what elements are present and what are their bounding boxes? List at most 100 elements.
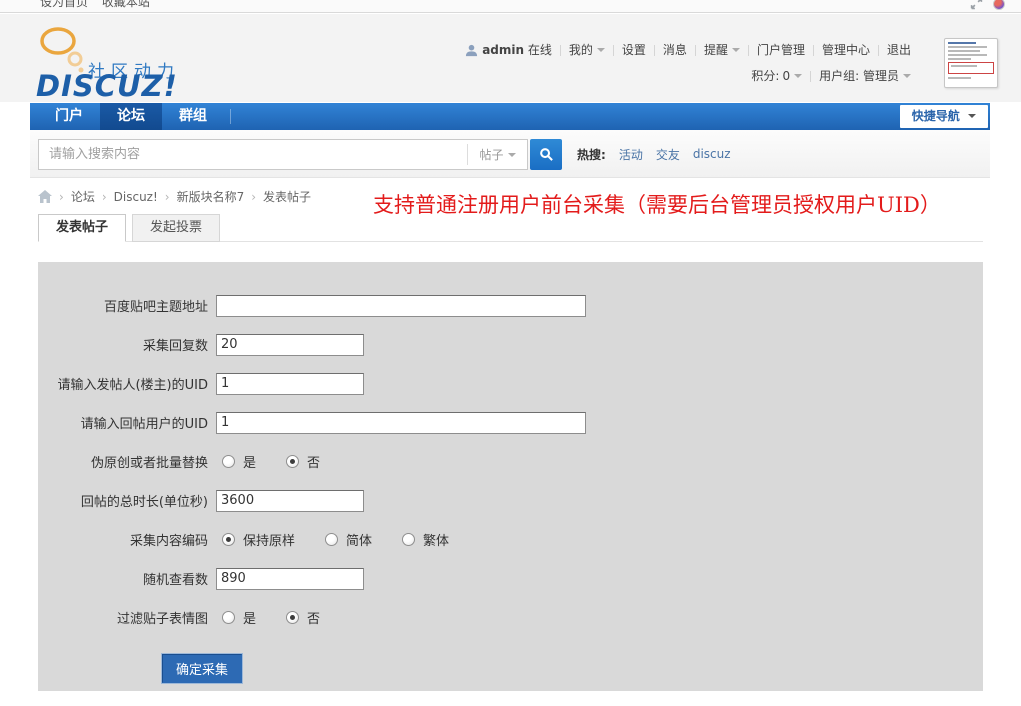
random-view-count-input[interactable] (216, 567, 364, 590)
field-label: 请输入发帖人(楼主)的UID (57, 378, 208, 393)
confirm-collect-button[interactable]: 确定采集 (160, 653, 244, 684)
topbar-links: 设为首页 收藏本站 (40, 0, 160, 10)
browser-extension-icon[interactable] (993, 0, 1005, 10)
radio-option-simplified[interactable]: 简体 (325, 530, 372, 549)
radio-option-no[interactable]: 否 (286, 608, 320, 627)
form-row: 伪原创或者批量替换 是 否 (38, 442, 983, 481)
poster-uid-input[interactable] (216, 372, 364, 395)
field-label: 百度贴吧主题地址 (103, 300, 208, 315)
radio-icon (222, 533, 235, 546)
field-label: 请输入回帖用户的UID (80, 417, 208, 432)
breadcrumb-forum[interactable]: 论坛 (71, 188, 95, 205)
radio-icon (286, 455, 300, 468)
breadcrumb-board[interactable]: 新版块名称7 (177, 188, 245, 205)
search-button[interactable] (530, 139, 562, 170)
radio-label: 简体 (346, 534, 373, 549)
chevron-down-icon (596, 48, 605, 52)
reply-count-input[interactable] (216, 333, 364, 356)
nav-item-forum[interactable]: 论坛 (100, 103, 162, 130)
user-icon (466, 44, 478, 56)
home-icon[interactable] (38, 190, 52, 203)
search-category-select[interactable]: 帖子 (467, 144, 527, 165)
radio-icon (222, 455, 235, 468)
filter-emoticon-radio-group: 是 否 (216, 608, 350, 627)
user-menu-row: admin 在线 我的 设置 消息 提醒 门户管理 管理中心 退出 (465, 41, 911, 59)
menu-my[interactable]: 我的 (569, 41, 593, 59)
preview-thumbnail (944, 38, 998, 88)
search-box: 帖子 (38, 139, 528, 170)
collect-form-panel: 百度贴吧主题地址 采集回复数 请输入发帖人(楼主)的UID 请输入回帖用户的UI… (38, 262, 983, 691)
radio-option-keep-original[interactable]: 保持原样 (222, 530, 295, 549)
radio-option-yes[interactable]: 是 (222, 608, 256, 627)
form-row: 百度贴吧主题地址 (38, 286, 983, 325)
credits-value[interactable]: 0 (782, 67, 790, 85)
logo-title: DISCUZ! (36, 69, 178, 103)
nav-item-portal[interactable]: 门户 (38, 103, 100, 130)
chevron-down-icon (794, 74, 803, 78)
radio-icon (325, 533, 339, 546)
reply-duration-input[interactable] (216, 489, 364, 512)
radio-label: 否 (307, 456, 321, 471)
radio-label: 是 (243, 612, 257, 627)
menu-reminders[interactable]: 提醒 (704, 41, 728, 59)
form-row: 采集内容编码 保持原样 简体 繁体 (38, 520, 983, 559)
content-encoding-radio-group: 保持原样 简体 繁体 (216, 530, 479, 549)
quick-nav-label: 快捷导航 (911, 109, 960, 123)
replier-uid-input[interactable] (216, 411, 586, 434)
hot-search-label: 热搜: (577, 147, 606, 162)
chevron-down-icon (968, 114, 976, 118)
hot-link-activity[interactable]: 活动 (619, 146, 643, 163)
topbar: 设为首页 收藏本站 (0, 0, 1021, 13)
search-input[interactable] (39, 141, 467, 168)
radio-option-yes[interactable]: 是 (222, 452, 256, 471)
chevron-down-icon (507, 152, 516, 157)
field-label: 过滤贴子表情图 (116, 612, 208, 627)
site-header: 社区动力 DISCUZ! admin 在线 我的 设置 消息 提醒 门户管理 管… (0, 14, 1021, 103)
field-label: 采集内容编码 (129, 534, 208, 549)
breadcrumb-separator: › (59, 189, 64, 204)
tab-new-poll[interactable]: 发起投票 (132, 214, 221, 242)
bookmark-site-link[interactable]: 收藏本站 (102, 0, 150, 9)
nav-item-groups[interactable]: 群组 (162, 103, 224, 130)
username-link[interactable]: admin (482, 41, 524, 59)
form-row: 随机查看数 (38, 559, 983, 598)
set-homepage-link[interactable]: 设为首页 (40, 0, 88, 9)
search-category-label: 帖子 (479, 148, 504, 162)
field-label: 回帖的总时长(单位秒) (80, 495, 208, 510)
breadcrumb-current: 发表帖子 (263, 190, 312, 204)
radio-option-traditional[interactable]: 繁体 (402, 530, 449, 549)
credits-label: 积分: (751, 69, 780, 83)
search-bar: 帖子 热搜: 活动 交友 discuz (30, 130, 990, 178)
radio-option-no[interactable]: 否 (286, 452, 320, 471)
divider (747, 44, 749, 56)
breadcrumb-discuz[interactable]: Discuz! (114, 190, 158, 204)
chevron-down-icon (903, 74, 911, 78)
main-navbar: 门户 论坛 群组 快捷导航 (30, 103, 990, 130)
radio-icon (222, 611, 235, 624)
post-tabs: 发表帖子 发起投票 (38, 214, 983, 242)
user-area: admin 在线 我的 设置 消息 提醒 门户管理 管理中心 退出 积分: 0 … (465, 41, 911, 85)
quick-nav-button[interactable]: 快捷导航 (899, 105, 988, 128)
field-label: 采集回复数 (142, 339, 208, 354)
divider (230, 109, 231, 124)
form-row: 过滤贴子表情图 是 否 (38, 598, 983, 637)
site-logo[interactable]: 社区动力 DISCUZ! (36, 25, 256, 103)
field-label: 伪原创或者批量替换 (90, 456, 208, 471)
radio-icon (286, 611, 300, 624)
menu-settings[interactable]: 设置 (622, 41, 646, 59)
breadcrumb-separator: › (251, 189, 257, 204)
menu-admin-center[interactable]: 管理中心 (822, 41, 870, 59)
usergroup-value[interactable]: 管理员 (863, 67, 899, 85)
divider (810, 70, 812, 82)
hot-link-friends[interactable]: 交友 (656, 146, 680, 163)
baidu-tieba-url-input[interactable] (216, 294, 586, 317)
submit-row: 确定采集 (38, 653, 983, 684)
form-row: 采集回复数 (38, 325, 983, 364)
menu-messages[interactable]: 消息 (663, 41, 687, 59)
tab-new-post[interactable]: 发表帖子 (38, 214, 127, 242)
resize-arrows-icon[interactable] (970, 0, 983, 10)
menu-portal-admin[interactable]: 门户管理 (757, 41, 805, 59)
breadcrumb: › 论坛 › Discuz! › 新版块名称7 › 发表帖子 (38, 188, 311, 205)
menu-logout[interactable]: 退出 (887, 41, 911, 59)
hot-link-discuz[interactable]: discuz (693, 147, 731, 161)
